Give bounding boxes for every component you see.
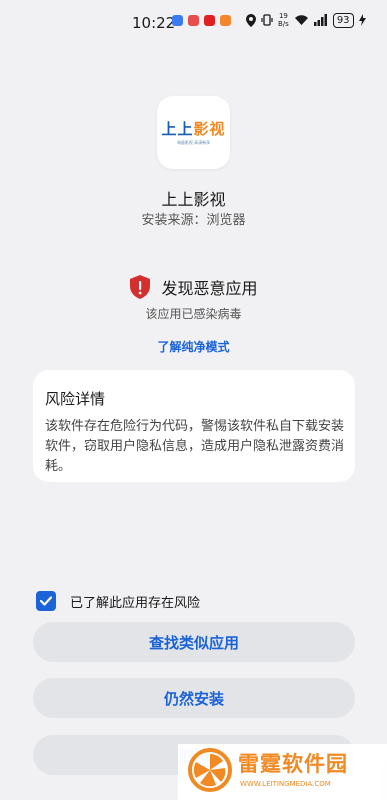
signal-icon [313, 14, 327, 26]
notification-app-icon [188, 15, 199, 26]
notification-icons [172, 15, 231, 26]
app-logo-tagline: 海量影视 高清畅享 [176, 140, 211, 145]
risk-consent-row[interactable]: 已了解此应用存在风险 [36, 591, 200, 611]
watermark-title: 雷霆软件园 [238, 752, 348, 776]
wifi-icon [294, 15, 308, 25]
status-bar: 10:22 19 B/s 93 [0, 0, 387, 44]
app-icon: 上上影视 海量影视 高清畅享 [157, 96, 230, 169]
status-time: 10:22 [132, 14, 176, 32]
vibrate-icon [261, 14, 273, 26]
notification-app-icon [220, 15, 231, 26]
shield-warning-icon [130, 275, 151, 299]
find-similar-apps-button[interactable]: 查找类似应用 [33, 622, 355, 662]
risk-consent-checkbox[interactable] [36, 591, 56, 611]
risk-details-card: 风险详情 该软件存在危险行为代码，警惕该软件私自下载安装软件，窃取用户隐私信息，… [33, 370, 355, 482]
app-logo-text: 上上影视 [161, 120, 226, 138]
install-anyway-button[interactable]: 仍然安装 [33, 678, 355, 718]
warning-subtitle: 该应用已感染病毒 [145, 307, 242, 321]
risk-details-title: 风险详情 [45, 390, 106, 408]
risk-details-description: 该软件存在危险行为代码，警惕该软件私自下载安装软件，窃取用户隐私信息，造成用户隐… [45, 419, 345, 474]
warning-header: 发现恶意应用 [0, 275, 387, 299]
app-name: 上上影视 [161, 190, 226, 209]
status-indicators: 19 B/s 93 [246, 12, 366, 28]
watermark-url: WWW.LEITINGMEDIA.COM [240, 780, 331, 788]
install-source: 安装来源：浏览器 [141, 213, 246, 228]
watermark-logo-icon [188, 748, 232, 792]
notification-app-icon [204, 15, 215, 26]
charging-icon [358, 14, 366, 26]
notification-app-icon [172, 15, 183, 26]
watermark: 雷霆软件园 WWW.LEITINGMEDIA.COM [178, 744, 387, 800]
checkmark-icon [39, 596, 53, 606]
risk-consent-label: 已了解此应用存在风险 [70, 595, 201, 611]
network-speed: 19 B/s [278, 12, 289, 28]
location-icon [246, 13, 256, 27]
learn-pure-mode-link[interactable]: 了解纯净模式 [0, 338, 387, 355]
battery-indicator: 93 [332, 12, 354, 28]
warning-title: 发现恶意应用 [161, 279, 258, 298]
